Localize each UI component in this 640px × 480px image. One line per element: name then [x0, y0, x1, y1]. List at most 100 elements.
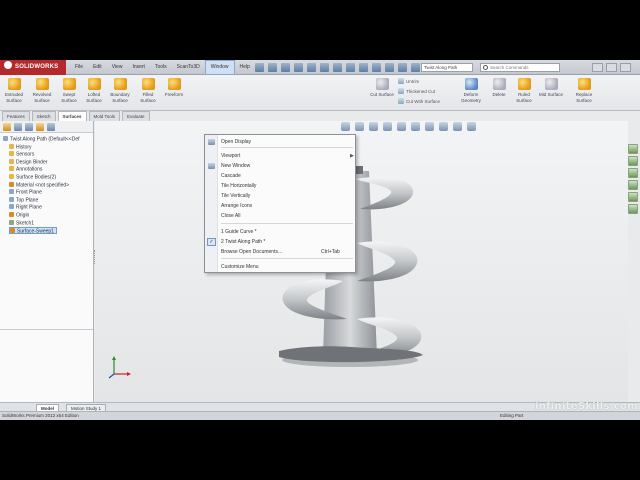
extruded-surface-button[interactable]: Extruded Surface: [1, 78, 27, 103]
freeform-button[interactable]: Freeform: [161, 78, 187, 98]
revolved-surface-icon: [35, 78, 49, 90]
tree-item-sketch[interactable]: Sketch1: [9, 219, 34, 227]
menu-item-customize-menu[interactable]: Customize Menu: [221, 263, 351, 271]
zoom-to-area-icon[interactable]: [355, 122, 364, 131]
display-manager-tab-icon[interactable]: [47, 123, 55, 131]
tab-evaluate[interactable]: Evaluate: [121, 111, 150, 121]
file-explorer-icon[interactable]: [628, 168, 638, 178]
solidworks-resources-icon[interactable]: [628, 144, 638, 154]
boundary-surface-label: Boundary Surface: [110, 92, 130, 103]
options-icon[interactable]: [359, 63, 368, 72]
tree-item-design-binder[interactable]: Design Binder: [9, 158, 47, 166]
menu-item-2-twist-along-path[interactable]: 2 Twist Along Path *: [221, 238, 351, 246]
close-button[interactable]: [620, 63, 631, 72]
layout-icon[interactable]: [398, 63, 407, 72]
menu-item-open-display[interactable]: Open Display: [221, 138, 351, 146]
menu-item-1-guide-curve[interactable]: 1 Guide Curve *: [221, 228, 351, 236]
save-icon[interactable]: [281, 63, 290, 72]
tree-item-sensors[interactable]: Sensors: [9, 151, 34, 158]
menu-item-browse-open-documents[interactable]: Browse Open Documents... Ctrl+Tab: [221, 248, 351, 256]
tree-item-origin[interactable]: Origin: [9, 212, 29, 219]
menu-item-tile-horizontally[interactable]: Tile Horizontally: [221, 182, 351, 190]
ruled-surface-button[interactable]: Ruled Surface: [511, 78, 537, 103]
minimize-button[interactable]: [592, 63, 603, 72]
tree-item-label: Sensors: [16, 151, 35, 158]
menu-insert[interactable]: Insert: [127, 60, 150, 75]
lofted-surface-button[interactable]: Lofted Surface: [81, 78, 107, 103]
menu-window[interactable]: Window: [204, 60, 235, 75]
tree-item-part[interactable]: Twist Along Path (Default<<Def: [3, 136, 79, 143]
tab-features[interactable]: Features: [2, 111, 30, 121]
menu-item-new-window[interactable]: New Window: [221, 162, 351, 170]
tree-item-surface-sweep[interactable]: Surface-Sweep1: [9, 227, 57, 235]
delete-face-button[interactable]: Delete: [486, 78, 512, 98]
tab-mold-tools[interactable]: Mold Tools: [88, 111, 120, 121]
menu-item-viewport[interactable]: Viewport: [221, 152, 351, 160]
menu-item-cascade[interactable]: Cascade: [221, 172, 351, 180]
tab-surfaces[interactable]: Surfaces: [57, 111, 87, 121]
edit-appearance-icon[interactable]: [439, 122, 448, 131]
tree-item-annotations[interactable]: Annotations: [9, 166, 42, 173]
zoom-to-fit-icon[interactable]: [341, 122, 350, 131]
menu-help[interactable]: Help: [235, 60, 255, 75]
select-icon[interactable]: [320, 63, 329, 72]
tree-item-plane[interactable]: Top Plane: [9, 196, 38, 204]
display-style-icon[interactable]: [411, 122, 420, 131]
apply-scene-icon[interactable]: [453, 122, 462, 131]
cut-surface-icon: [375, 78, 389, 90]
file-properties-icon[interactable]: [346, 63, 355, 72]
solidworks-logo[interactable]: SOLIDWORKS: [0, 60, 66, 75]
search-commands-input[interactable]: Search Commands: [480, 63, 560, 72]
configuration-manager-tab-icon[interactable]: [25, 123, 33, 131]
tree-item-plane[interactable]: Front Plane: [9, 189, 42, 196]
boundary-surface-button[interactable]: Boundary Surface: [107, 78, 133, 103]
graphics-area[interactable]: [95, 121, 628, 402]
filled-surface-button[interactable]: Filled Surface: [135, 78, 161, 103]
tree-item-label: Surface-Sweep1: [17, 228, 54, 235]
property-manager-tab-icon[interactable]: [14, 123, 22, 131]
view-settings-icon[interactable]: [467, 122, 476, 131]
cut-with-surface-button[interactable]: Cut With Surface: [398, 98, 440, 104]
menu-edit[interactable]: Edit: [88, 60, 107, 75]
tree-item-history[interactable]: History: [9, 143, 32, 151]
open-icon[interactable]: [268, 63, 277, 72]
rebuild-icon[interactable]: [333, 63, 342, 72]
menu-item-close-all[interactable]: Close All: [221, 212, 351, 220]
menu-tools[interactable]: Tools: [150, 60, 172, 75]
cut-surface-button[interactable]: Cut Surface: [369, 78, 395, 98]
hide-show-items-icon[interactable]: [425, 122, 434, 131]
revolved-surface-button[interactable]: Revolved Surface: [29, 78, 55, 103]
appearances-scenes-icon[interactable]: [628, 192, 638, 202]
menu-file[interactable]: File: [70, 60, 88, 75]
heads-up-view-toolbar: [341, 122, 476, 133]
tree-item-plane[interactable]: Right Plane: [9, 204, 42, 211]
menu-scanto3d[interactable]: ScanTo3D: [172, 60, 205, 75]
feature-manager-tab-icon[interactable]: [3, 123, 11, 131]
view-palette-icon[interactable]: [628, 180, 638, 190]
deform-geometry-button[interactable]: Deform Geometry: [458, 78, 484, 103]
undo-icon[interactable]: [307, 63, 316, 72]
print-icon[interactable]: [294, 63, 303, 72]
custom-properties-icon[interactable]: [628, 204, 638, 214]
resources-icon[interactable]: [411, 63, 420, 72]
tab-sketch[interactable]: Sketch: [31, 111, 56, 121]
menu-view[interactable]: View: [107, 60, 128, 75]
replace-surface-button[interactable]: Replace Surface: [571, 78, 597, 103]
tree-item-material[interactable]: Material <not specified>: [9, 181, 69, 189]
untrim-button[interactable]: Untrim: [398, 78, 419, 84]
dimxpert-manager-tab-icon[interactable]: [36, 123, 44, 131]
menu-item-arrange-icons[interactable]: Arrange Icons: [221, 202, 351, 210]
grid-icon[interactable]: [385, 63, 394, 72]
previous-view-icon[interactable]: [369, 122, 378, 131]
new-icon[interactable]: [255, 63, 264, 72]
view-orientation-icon[interactable]: [397, 122, 406, 131]
section-view-icon[interactable]: [383, 122, 392, 131]
tree-item-surface-bodies[interactable]: Surface Bodies(2): [9, 174, 56, 181]
mid-surface-button[interactable]: Mid Surface: [538, 78, 564, 98]
swept-surface-button[interactable]: Swept Surface: [56, 78, 82, 103]
help-icon[interactable]: [372, 63, 381, 72]
menu-item-tile-vertically[interactable]: Tile Vertically: [221, 192, 351, 200]
design-library-icon[interactable]: [628, 156, 638, 166]
restore-button[interactable]: [606, 63, 617, 72]
thickened-cut-button[interactable]: Thickened Cut: [398, 88, 435, 94]
